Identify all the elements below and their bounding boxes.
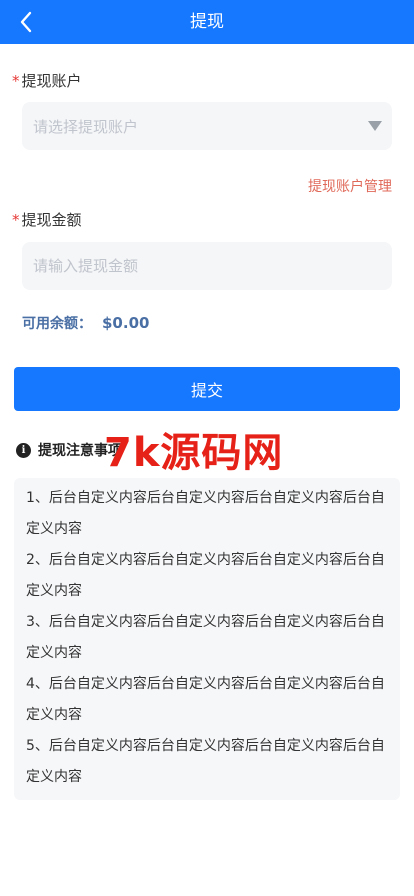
notice-box: 1、后台自定义内容后台自定义内容后台自定义内容后台自定义内容 2、后台自定义内容…: [14, 478, 400, 800]
balance-value: $0.00: [102, 314, 150, 332]
amount-label: * 提现金额: [12, 209, 82, 230]
info-icon: i: [16, 442, 31, 458]
required-mark: *: [12, 72, 20, 90]
account-manage-link[interactable]: 提现账户管理: [308, 176, 392, 196]
watermark: 7k源码网: [104, 430, 284, 476]
amount-input[interactable]: [33, 257, 392, 275]
page-title: 提现: [190, 12, 224, 32]
amount-field[interactable]: [22, 242, 392, 290]
notice-item: 5、后台自定义内容后台自定义内容后台自定义内容后台自定义内容: [26, 738, 385, 785]
submit-button[interactable]: 提交: [14, 367, 400, 411]
notice-item: 4、后台自定义内容后台自定义内容后台自定义内容后台自定义内容: [26, 676, 385, 723]
account-select[interactable]: 请选择提现账户: [22, 102, 392, 150]
notice-item: 1、后台自定义内容后台自定义内容后台自定义内容后台自定义内容: [26, 490, 385, 537]
caret-down-icon: [368, 121, 382, 131]
account-label: * 提现账户: [12, 70, 82, 91]
account-select-placeholder: 请选择提现账户: [33, 117, 139, 136]
required-mark: *: [12, 211, 20, 229]
top-bar: 提现: [0, 0, 414, 44]
available-balance: 可用余额： $0.00: [22, 313, 149, 333]
amount-label-text: 提现金额: [21, 211, 82, 229]
notice-item: 2、后台自定义内容后台自定义内容后台自定义内容后台自定义内容: [26, 552, 385, 599]
balance-label: 可用余额：: [22, 316, 92, 332]
notice-item: 3、后台自定义内容后台自定义内容后台自定义内容后台自定义内容: [26, 614, 385, 661]
account-label-text: 提现账户: [21, 72, 82, 90]
